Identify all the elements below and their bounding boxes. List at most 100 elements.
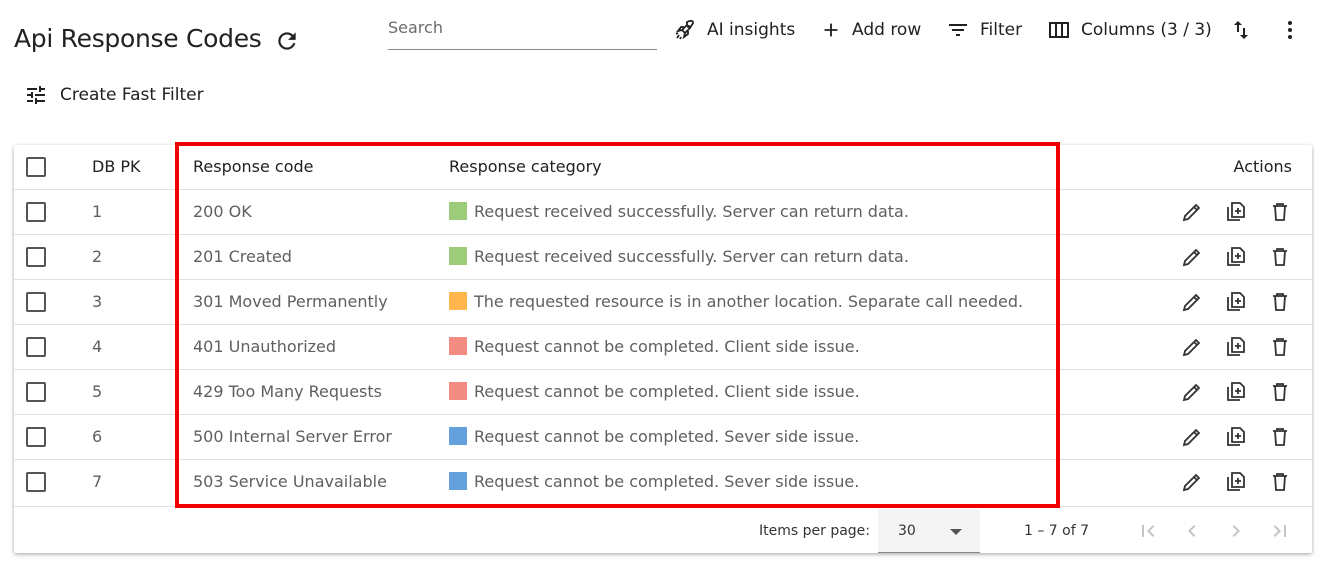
tune-icon [27,86,45,104]
search-input[interactable] [388,12,657,37]
table-row[interactable]: 5 429 Too Many Requests Request cannot be … [14,369,1312,414]
category-text: Request received successfully. Server ca… [474,202,909,221]
rocket-icon [675,19,694,40]
delete-icon [1273,472,1287,491]
delete-button[interactable] [1266,378,1294,406]
previous-page-button[interactable] [1176,515,1208,547]
items-per-page-select[interactable]: 30 [878,509,980,553]
edit-icon [1182,203,1201,221]
edit-button[interactable] [1178,468,1206,496]
delete-button[interactable] [1266,243,1294,271]
select-all-checkbox[interactable] [26,157,46,177]
columns-button[interactable]: Columns (3 / 3) [1047,14,1212,46]
row-checkbox[interactable] [26,472,46,492]
delete-icon [1273,202,1287,221]
duplicate-button[interactable] [1222,423,1250,451]
row-checkbox[interactable] [26,291,46,312]
cell-response-category: Request cannot be completed. Client side… [449,324,1149,369]
edit-button[interactable] [1178,288,1206,316]
cell-db-pk: 3 [92,292,103,311]
cell-db-pk: 7 [92,472,103,492]
refresh-button[interactable] [272,26,302,56]
delete-button[interactable] [1266,468,1294,496]
edit-button[interactable] [1178,423,1206,451]
cell-actions [1149,369,1312,414]
more-options-button[interactable] [1274,14,1306,46]
duplicate-button[interactable] [1222,198,1250,226]
category-text: Request cannot be completed. Sever side … [474,427,860,446]
delete-button[interactable] [1266,288,1294,316]
copy-add-icon [1227,201,1245,221]
delete-button[interactable] [1266,198,1294,226]
duplicate-button[interactable] [1222,468,1250,496]
cell-response-code: 429 Too Many Requests [193,382,382,401]
category-color-swatch [449,382,467,400]
row-checkbox[interactable] [26,201,46,222]
row-checkbox[interactable] [26,336,46,357]
edit-button[interactable] [1178,243,1206,271]
last-page-button[interactable] [1264,515,1296,547]
cell-db-pk: 4 [92,337,103,356]
column-header-response-category[interactable]: Response category [449,145,1149,189]
filter-label: Filter [980,20,1023,40]
column-header-db-pk[interactable]: DB PK [74,145,193,189]
more-vert-icon [1288,21,1292,39]
sort-button[interactable] [1225,14,1257,46]
table-row[interactable]: 4 401 Unauthorized Request cannot be compl… [14,324,1312,369]
row-checkbox[interactable] [26,426,46,447]
copy-add-icon [1227,381,1245,401]
duplicate-button[interactable] [1222,333,1250,361]
ai-insights-button[interactable]: AI insights [673,14,795,46]
table-row[interactable]: 3 301 Moved Permanently The requested reso… [14,279,1312,324]
add-row-button[interactable]: Add row [820,14,921,46]
view-columns-icon [1049,22,1069,38]
delete-icon [1273,382,1287,401]
edit-button[interactable] [1178,378,1206,406]
column-header-response-code[interactable]: Response code [193,145,449,189]
cell-response-code: 503 Service Unavailable [193,472,387,492]
duplicate-button[interactable] [1222,243,1250,271]
cell-actions [1149,234,1312,279]
category-text: Request cannot be completed. Client side… [474,337,860,356]
table-row[interactable]: 2 201 Created Request received successfull… [14,234,1312,279]
next-page-button[interactable] [1220,515,1252,547]
delete-icon [1273,427,1287,446]
delete-button[interactable] [1266,333,1294,361]
cell-response-code: 500 Internal Server Error [193,427,392,446]
plus-icon [824,23,838,37]
table-row[interactable]: 1 200 OK Request received successfully. Se… [14,189,1312,234]
first-page-button[interactable] [1132,515,1164,547]
copy-add-icon [1227,336,1245,356]
page-range-label: 1 – 7 of 7 [1024,523,1090,539]
search-field[interactable] [388,12,657,50]
create-fast-filter-button[interactable]: Create Fast Filter [24,80,204,110]
dropdown-arrow-icon [950,529,962,535]
page-title: Api Response Codes [14,24,262,53]
category-color-swatch [449,472,467,491]
cell-actions [1149,414,1312,459]
cell-db-pk: 6 [92,427,103,446]
items-per-page-value: 30 [898,523,916,539]
edit-icon [1182,473,1201,491]
table-row[interactable]: 6 500 Internal Server Error Request cannot… [14,414,1312,459]
filter-button[interactable]: Filter [946,14,1022,46]
duplicate-button[interactable] [1222,378,1250,406]
table-header-row: DB PK Response code Response category Ac… [14,145,1312,189]
paginator: Items per page: 30 1 – 7 of 7 [14,506,1312,553]
edit-button[interactable] [1178,198,1206,226]
edit-icon [1182,383,1201,401]
refresh-icon [278,32,296,50]
row-checkbox[interactable] [26,381,46,402]
data-table-card: DB PK Response code Response category Ac… [14,145,1312,553]
table-row[interactable]: 7 503 Service Unavailable Request cannot b… [14,459,1312,504]
delete-button[interactable] [1266,423,1294,451]
edit-button[interactable] [1178,333,1206,361]
duplicate-button[interactable] [1222,288,1250,316]
cell-response-category: Request cannot be completed. Client side… [449,369,1149,414]
copy-add-icon [1227,471,1245,491]
category-color-swatch [449,202,467,220]
copy-add-icon [1227,291,1245,311]
add-row-label: Add row [852,20,922,40]
row-checkbox[interactable] [26,246,46,267]
cell-response-code: 200 OK [193,202,252,221]
